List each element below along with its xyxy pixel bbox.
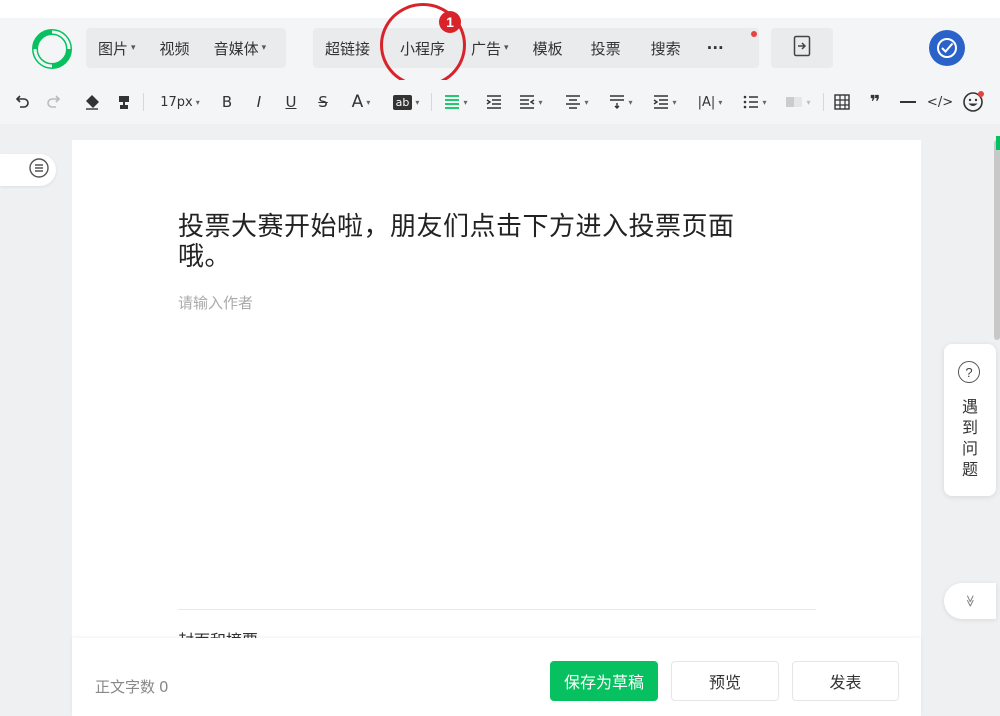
paragraph-spacing-icon[interactable]: ▾ [604,86,638,118]
document-icon [793,35,811,61]
toolbar-divider [143,93,144,111]
outdent-icon[interactable]: ▾ [514,86,548,118]
word-count: 正文字数 0 [95,676,169,697]
author-input[interactable]: 请输入作者 [178,292,253,313]
redo-icon[interactable] [42,86,66,118]
green-edge-marker [996,136,1000,150]
help-label: 遇到问题 [961,397,978,479]
publish-button[interactable]: 发表 [792,661,899,701]
emoji-icon[interactable] [960,86,986,118]
letter-spacing-icon[interactable]: |A| ▾ [692,86,728,118]
menu-ads[interactable]: 广告 ▾ [459,28,521,68]
wechat-logo-icon[interactable] [32,29,72,69]
divider-line-icon[interactable] [896,86,920,118]
doc-import-button[interactable] [771,28,833,68]
menu-video[interactable]: 视频 [148,28,202,68]
window-top-strip [0,0,1000,18]
highlight-button[interactable]: ab ▾ [388,86,424,118]
block-style-icon[interactable]: ▾ [782,86,814,118]
format-painter-icon[interactable] [112,86,136,118]
question-icon: ? [958,361,980,383]
underline-button[interactable]: U [280,86,302,118]
menu-image[interactable]: 图片 ▾ [86,28,148,68]
notification-dot [751,31,757,37]
code-icon[interactable]: </> [927,86,953,118]
indent-icon[interactable] [482,86,506,118]
undo-icon[interactable] [10,86,34,118]
eraser-icon[interactable] [80,86,104,118]
menu-vote[interactable]: 投票 [575,28,637,68]
menu-hyperlink[interactable]: 超链接 [313,28,382,68]
preview-button[interactable]: 预览 [671,661,779,701]
account-avatar[interactable] [929,30,965,66]
annotation-number-badge: 1 [439,11,461,33]
save-draft-button[interactable]: 保存为草稿 [550,661,658,701]
font-color-button[interactable]: A ▾ [344,86,378,118]
scroll-down-button[interactable]: ≫ [944,583,996,619]
quote-icon[interactable]: ❞ [863,86,887,118]
toolbar-divider [431,93,432,111]
media-menu-group: 图片 ▾ 视频 音媒体 ▾ [86,28,286,68]
line-height-icon[interactable]: ▾ [560,86,594,118]
strikethrough-button[interactable]: S [312,86,334,118]
double-chevron-down-icon: ≫ [963,594,977,608]
content-divider [178,609,816,610]
bold-button[interactable]: B [216,86,238,118]
help-panel[interactable]: ? 遇到问题 [944,344,996,496]
menu-more[interactable]: ··· [695,28,736,68]
left-panel [0,124,60,716]
align-left-icon[interactable]: ▾ [440,86,472,118]
toolbar-divider [823,93,824,111]
menu-audio[interactable]: 音媒体 ▾ [202,28,279,68]
bullet-list-icon[interactable]: ▾ [738,86,772,118]
article-title[interactable]: 投票大赛开始啦，朋友们点击下方进入投票页面哦。 [178,212,738,272]
scrollbar[interactable] [994,140,1000,340]
list-icon [28,157,50,183]
menu-template[interactable]: 模板 [521,28,575,68]
outline-toggle-button[interactable] [0,154,56,186]
word-count-label: 正文字数 [95,678,156,696]
table-icon[interactable] [830,86,854,118]
italic-button[interactable]: I [248,86,270,118]
word-count-value: 0 [159,678,169,696]
menu-search[interactable]: 搜索 [637,28,695,68]
font-size-select[interactable]: 17px ▾ [152,86,208,118]
list-indent-icon[interactable]: ▾ [648,86,682,118]
